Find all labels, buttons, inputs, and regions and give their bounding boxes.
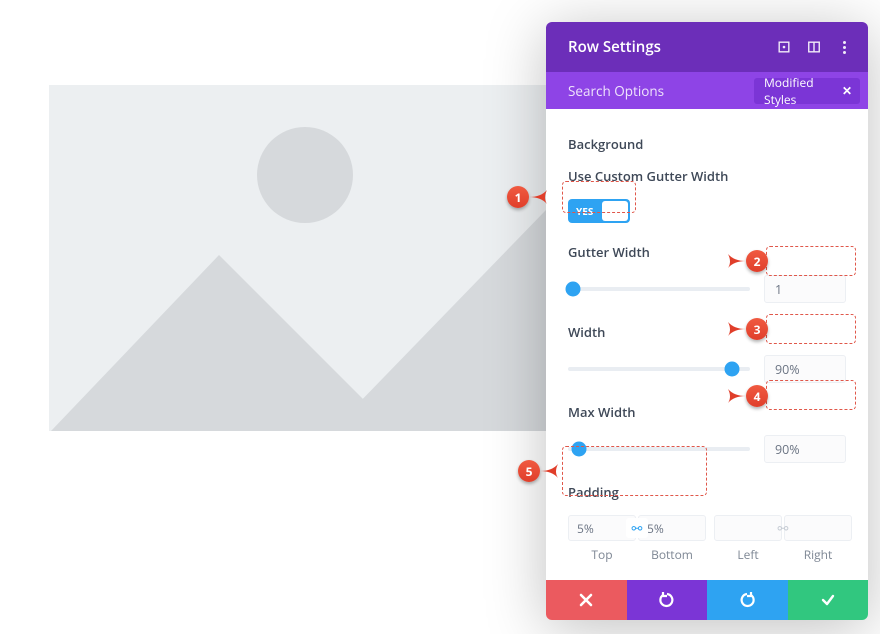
link-icon[interactable]: ⚯ <box>626 518 648 538</box>
padding-label: Padding <box>568 483 846 501</box>
padding-vertical-pair: Top Bottom ⚯ <box>568 515 706 563</box>
panel-footer <box>546 580 868 620</box>
callout-4: 4 <box>728 385 768 407</box>
padding-left-label: Left <box>737 546 758 563</box>
slider-thumb[interactable] <box>566 282 581 297</box>
padding-right-input[interactable] <box>784 515 852 541</box>
clear-filter-icon[interactable]: ✕ <box>842 82 852 99</box>
callout-5: 5 <box>518 460 558 482</box>
padding-bottom-label: Bottom <box>651 546 693 563</box>
width-input[interactable] <box>764 355 846 383</box>
callout-number: 5 <box>518 460 540 482</box>
slider-thumb[interactable] <box>571 442 586 457</box>
callout-2: 2 <box>728 250 768 272</box>
gutter-width-input[interactable] <box>764 275 846 303</box>
toggle-text: YES <box>576 204 593 218</box>
callout-number: 3 <box>746 318 768 340</box>
redo-button[interactable] <box>707 580 788 620</box>
width-slider[interactable] <box>568 367 750 371</box>
custom-gutter-toggle[interactable]: YES <box>568 199 630 223</box>
callout-3: 3 <box>728 318 768 340</box>
search-bar: Modified Styles ✕ <box>546 72 868 109</box>
background-heading: Background <box>568 135 846 153</box>
gutter-width-slider[interactable] <box>568 287 750 291</box>
undo-button[interactable] <box>627 580 708 620</box>
toggle-knob <box>602 201 628 221</box>
callout-number: 1 <box>507 186 529 208</box>
row-settings-panel: Row Settings Modified Styles ✕ Backgroun… <box>546 22 868 620</box>
cancel-button[interactable] <box>546 580 627 620</box>
gutter-width-label: Gutter Width <box>568 243 846 261</box>
expand-icon[interactable] <box>776 39 792 55</box>
panel-body: Background Use Custom Gutter Width YES G… <box>546 109 868 580</box>
padding-bottom-input[interactable] <box>638 515 706 541</box>
max-width-slider[interactable] <box>568 447 750 451</box>
padding-top-label: Top <box>591 546 612 563</box>
max-width-input[interactable] <box>764 435 846 463</box>
modified-styles-label: Modified Styles <box>764 74 834 108</box>
save-button[interactable] <box>788 580 869 620</box>
callout-number: 2 <box>746 250 768 272</box>
custom-gutter-label: Use Custom Gutter Width <box>568 167 846 185</box>
max-width-label: Max Width <box>568 403 846 421</box>
kebab-menu-icon[interactable] <box>836 39 852 55</box>
callout-1: 1 <box>507 186 547 208</box>
panel-title: Row Settings <box>568 37 762 57</box>
modified-styles-filter[interactable]: Modified Styles ✕ <box>754 78 860 104</box>
callout-number: 4 <box>746 385 768 407</box>
padding-horizontal-pair: Left Right ⚯ <box>714 515 852 563</box>
columns-icon[interactable] <box>806 39 822 55</box>
panel-header: Row Settings <box>546 22 868 72</box>
unlink-icon[interactable]: ⚯ <box>772 518 794 538</box>
padding-right-label: Right <box>804 546 833 563</box>
canvas-image-placeholder <box>49 85 549 431</box>
slider-thumb[interactable] <box>724 362 739 377</box>
width-label: Width <box>568 323 846 341</box>
search-input[interactable] <box>568 82 744 100</box>
